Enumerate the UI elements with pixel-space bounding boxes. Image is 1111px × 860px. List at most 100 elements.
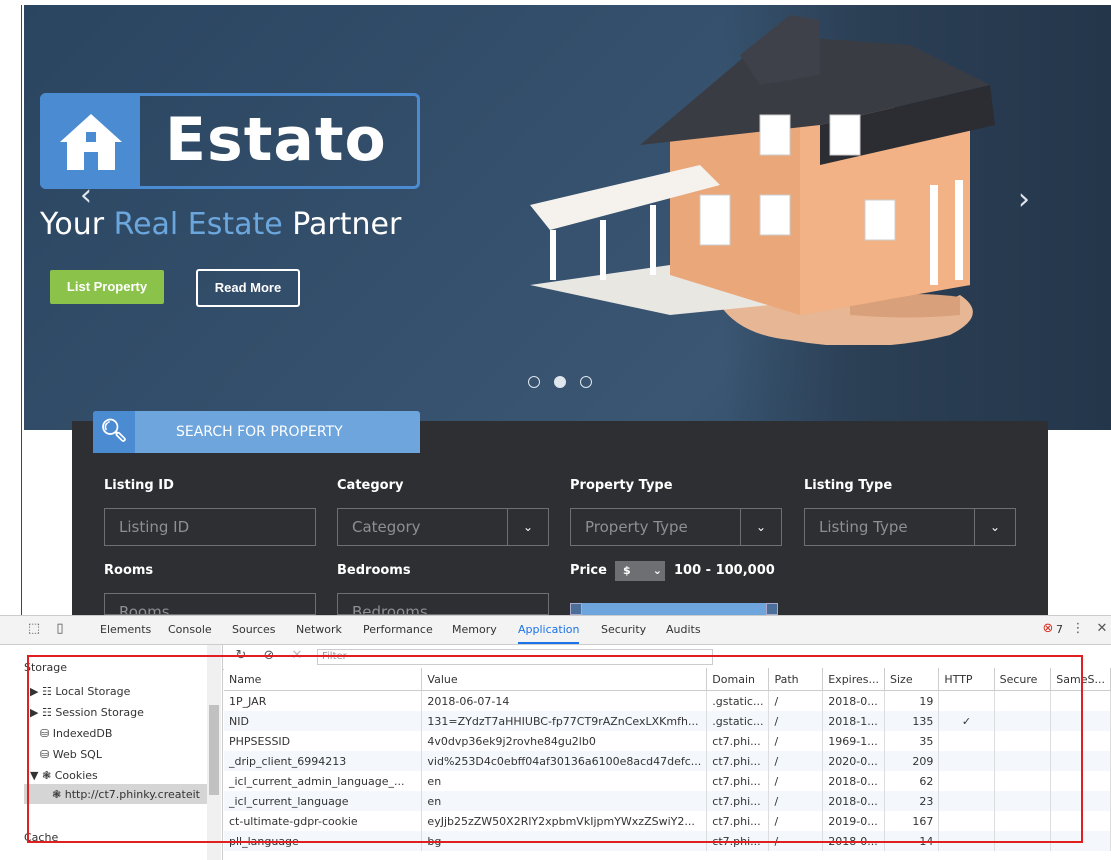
table-row[interactable]: _drip_client_6994213 vid%253D4c0ebff04af3… <box>224 751 1111 771</box>
table-row[interactable]: ct-ultimate-gdpr-cookie eyJjb25zZW50X2RlY… <box>224 811 1111 831</box>
listing-type-select-value: Listing Type <box>819 518 908 536</box>
cell-http <box>938 831 995 851</box>
cell-size: 62 <box>884 771 940 791</box>
cell-value: vid%253D4c0ebff04af30136a6100e8acd47defc… <box>421 751 708 771</box>
category-select[interactable]: Category ⌄ <box>337 508 549 546</box>
search-tab-label: SEARCH FOR PROPERTY <box>176 424 343 440</box>
chevron-down-icon[interactable]: ⌄ <box>974 509 1015 545</box>
category-label: Category <box>337 478 404 493</box>
column-header-name[interactable]: Name <box>224 668 423 691</box>
tab-sources[interactable]: Sources <box>232 616 276 644</box>
currency-select[interactable]: $ ⌄ <box>615 561 665 581</box>
scrollbar-thumb[interactable] <box>209 705 219 795</box>
tab-security[interactable]: Security <box>601 616 646 644</box>
tagline-highlight: Real Estate <box>113 207 283 242</box>
slider-dot-active[interactable] <box>554 376 566 388</box>
search-icon: 🔍︎ <box>93 411 135 453</box>
search-tab[interactable]: 🔍︎ SEARCH FOR PROPERTY <box>93 411 420 453</box>
sidebar-scrollbar[interactable] <box>207 645 221 860</box>
cell-path: / <box>768 811 824 831</box>
column-header-domain[interactable]: Domain <box>706 668 770 691</box>
hero-tagline: Your Real Estate Partner <box>40 205 401 245</box>
sidebar-item-cookies[interactable]: ▼ ❃ Cookies <box>30 769 98 782</box>
grid-icon: ☷ <box>41 706 52 719</box>
sidebar-item-web-sql[interactable]: ⛁ Web SQL <box>40 748 102 761</box>
tab-elements[interactable]: Elements <box>100 616 151 644</box>
cell-path: / <box>768 731 824 751</box>
sidebar-item-label: Session Storage <box>55 706 144 719</box>
slider-prev-arrow-icon[interactable]: ‹ <box>80 178 92 213</box>
slider-dot[interactable] <box>580 376 592 388</box>
sidebar-item-label: http://ct7.phinky.createit <box>64 788 200 801</box>
table-row[interactable]: PHPSESSID 4v0dvp36ek9j2rovhe84gu2lb0 ct7.p… <box>224 731 1111 751</box>
cell-expires: 2019-0... <box>822 811 886 831</box>
sidebar-item-indexeddb[interactable]: ⛁ IndexedDB <box>40 727 112 740</box>
column-header-samesite[interactable]: SameS... <box>1050 668 1111 691</box>
chevron-down-icon[interactable]: ⌄ <box>507 509 548 545</box>
chevron-down-icon[interactable]: ⌄ <box>740 509 781 545</box>
sidebar-item-label: Local Storage <box>55 685 131 698</box>
error-count[interactable]: 7 <box>1056 616 1063 644</box>
cell-expires: 2018-0... <box>822 690 886 711</box>
table-row[interactable]: _icl_current_language en ct7.phi.../2018-0… <box>224 791 1111 811</box>
cell-expires: 2020-0... <box>822 751 886 771</box>
property-type-select[interactable]: Property Type ⌄ <box>570 508 782 546</box>
more-options-icon[interactable]: ⋮ <box>1070 621 1086 637</box>
list-property-button[interactable]: List Property <box>50 270 164 304</box>
table-row[interactable]: _icl_current_admin_language_... en ct7.phi… <box>224 771 1111 791</box>
cell-expires: 2018-0... <box>822 831 886 851</box>
error-icon[interactable]: ⊗ <box>1040 621 1056 637</box>
column-header-value[interactable]: Value <box>421 668 708 691</box>
tab-audits[interactable]: Audits <box>666 616 701 644</box>
close-icon[interactable]: ✕ <box>1094 621 1110 637</box>
listing-type-select[interactable]: Listing Type ⌄ <box>804 508 1016 546</box>
cell-secure <box>994 751 1052 771</box>
column-header-size[interactable]: Size <box>884 668 940 691</box>
chevron-down-icon: ⌄ <box>652 564 662 577</box>
sidebar-item-label: IndexedDB <box>52 727 113 740</box>
filter-input[interactable]: Filter <box>317 649 713 665</box>
inspect-element-icon[interactable]: ⬚ <box>26 621 42 637</box>
cell-same <box>1050 711 1111 731</box>
tab-console[interactable]: Console <box>168 616 212 644</box>
column-header-secure[interactable]: Secure <box>994 668 1052 691</box>
sidebar-item-cookie-origin[interactable]: ❃ http://ct7.phinky.createit <box>52 788 200 801</box>
slider-max-handle[interactable] <box>766 603 778 615</box>
cell-size: 35 <box>884 731 940 751</box>
tab-application[interactable]: Application <box>518 616 580 644</box>
cell-secure <box>994 831 1052 851</box>
delete-selected-icon[interactable]: ✕ <box>289 648 305 664</box>
tab-network[interactable]: Network <box>296 616 342 644</box>
table-row[interactable]: 1P_JAR 2018-06-07-14 .gstatic.../2018-0...… <box>224 690 1111 711</box>
slider-next-arrow-icon[interactable]: › <box>1018 182 1030 217</box>
bedrooms-input[interactable]: Bedrooms <box>337 593 549 615</box>
sidebar-item-local-storage[interactable]: ▶︎ ☷ Local Storage <box>30 685 130 698</box>
table-row[interactable]: NID 131=ZYdzT7aHHIUBC-fp77CT9rAZnCexLXKmf… <box>224 711 1111 731</box>
table-row[interactable]: pll_language bg ct7.phi.../2018-0... 14 <box>224 831 1111 851</box>
cell-name: pll_language <box>224 831 423 851</box>
cell-http <box>938 771 995 791</box>
rooms-input[interactable]: Rooms <box>104 593 316 615</box>
slider-pagination <box>528 373 606 388</box>
cell-http <box>938 811 995 831</box>
listing-id-input[interactable]: Listing ID <box>104 508 316 546</box>
cell-path: / <box>768 690 824 711</box>
cell-domain: ct7.phi... <box>706 831 770 851</box>
read-more-button[interactable]: Read More <box>196 269 300 307</box>
cell-name: ct-ultimate-gdpr-cookie <box>224 811 423 831</box>
column-header-http[interactable]: HTTP <box>938 668 995 691</box>
refresh-icon[interactable]: ↻ <box>233 648 249 664</box>
sidebar-item-session-storage[interactable]: ▶︎ ☷ Session Storage <box>30 706 144 719</box>
tab-performance[interactable]: Performance <box>363 616 433 644</box>
column-header-expires[interactable]: Expires... <box>822 668 886 691</box>
tagline-part: Partner <box>282 207 402 242</box>
column-header-path[interactable]: Path <box>768 668 824 691</box>
cell-http <box>938 731 995 751</box>
tab-memory[interactable]: Memory <box>452 616 497 644</box>
cell-size: 135 <box>884 711 940 731</box>
cell-http <box>938 791 995 811</box>
device-toolbar-icon[interactable]: ▯ <box>52 621 68 637</box>
slider-dot[interactable] <box>528 376 540 388</box>
clear-all-icon[interactable]: ⊘ <box>261 648 277 664</box>
slider-min-handle[interactable] <box>570 603 582 615</box>
